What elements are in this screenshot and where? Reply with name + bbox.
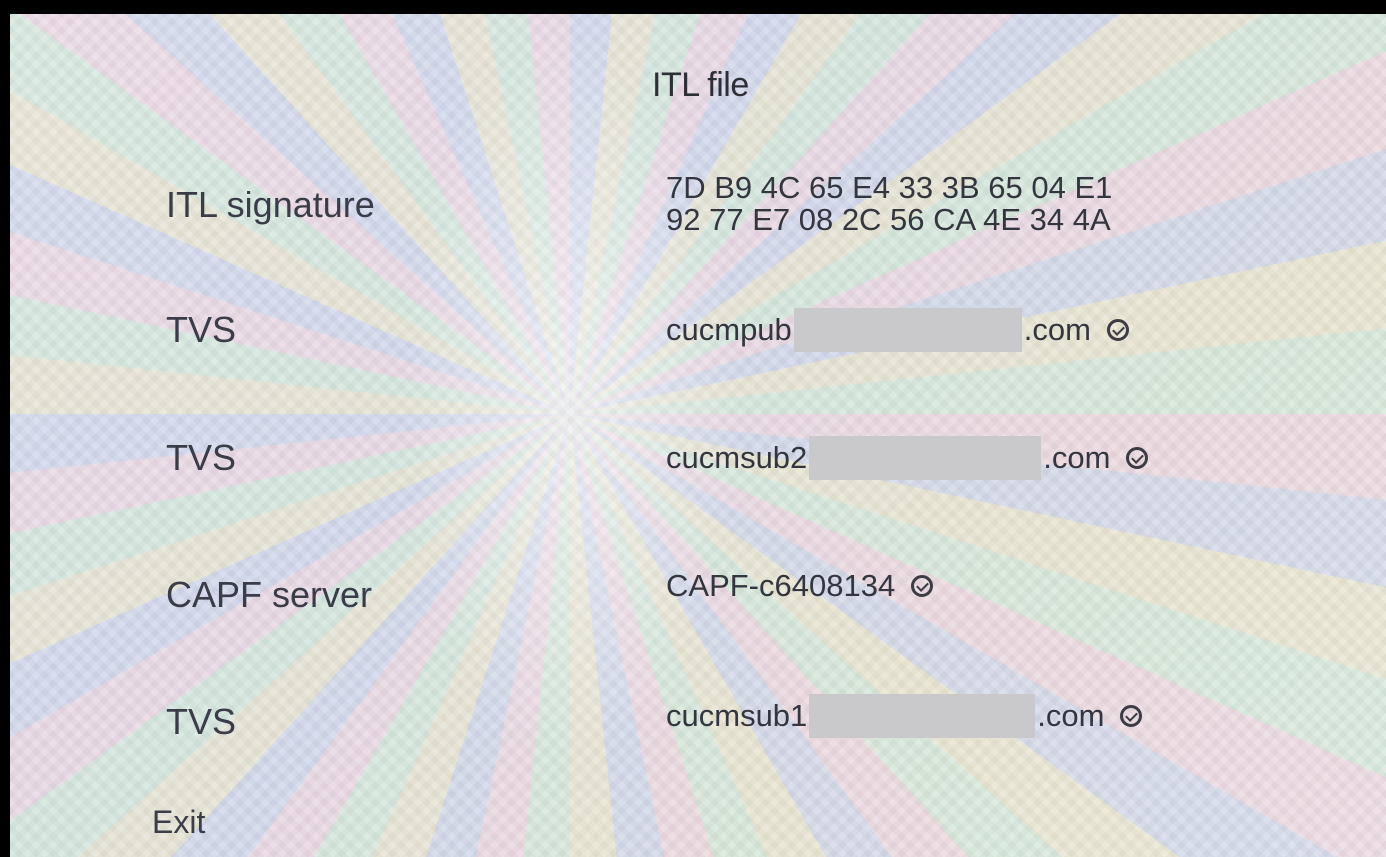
tvs-label: TVS — [166, 437, 237, 478]
exit-softkey[interactable]: Exit — [152, 804, 205, 841]
tvs-host-suffix: .com — [1037, 698, 1105, 733]
tvs-host-suffix: .com — [1023, 312, 1091, 347]
check-circle-icon — [1120, 705, 1143, 727]
phone-display-frame: ITL file ITL signature 7D B9 4C 65 E4 33… — [0, 0, 1386, 857]
screen-title: ITL file — [652, 66, 749, 104]
itl-signature-line-1: 7D B9 4C 65 E4 33 3B 65 04 E1 — [666, 170, 1113, 205]
redacted-block — [809, 694, 1036, 738]
itl-signature-label: ITL signature — [166, 184, 375, 225]
itl-signature-value: 7D B9 4C 65 E4 33 3B 65 04 E1 92 77 E7 0… — [666, 172, 1112, 236]
capf-server-value: CAPF-c6408134 — [666, 568, 934, 604]
tvs-value: cucmsub1 .com — [666, 694, 1143, 738]
itl-file-screen: ITL file ITL signature 7D B9 4C 65 E4 33… — [10, 14, 1386, 857]
itl-signature-line-2: 92 77 E7 08 2C 56 CA 4E 34 4A — [666, 202, 1111, 237]
tvs-label: TVS — [166, 309, 237, 350]
tvs-value: cucmpub .com — [666, 308, 1129, 352]
tvs-host-prefix: cucmpub — [666, 312, 792, 347]
check-circle-icon — [911, 575, 934, 597]
redacted-block — [809, 436, 1042, 480]
check-circle-icon — [1126, 447, 1149, 469]
check-circle-icon — [1106, 319, 1129, 341]
redacted-block — [793, 308, 1022, 352]
tvs-host-prefix: cucmsub1 — [666, 698, 808, 733]
capf-server-name: CAPF-c6408134 — [666, 568, 896, 603]
tvs-host-prefix: cucmsub2 — [666, 440, 808, 475]
tvs-host-suffix: .com — [1043, 440, 1111, 475]
capf-server-label: CAPF server — [166, 574, 373, 615]
tvs-value: cucmsub2 .com — [666, 436, 1149, 480]
tvs-label: TVS — [166, 701, 237, 742]
